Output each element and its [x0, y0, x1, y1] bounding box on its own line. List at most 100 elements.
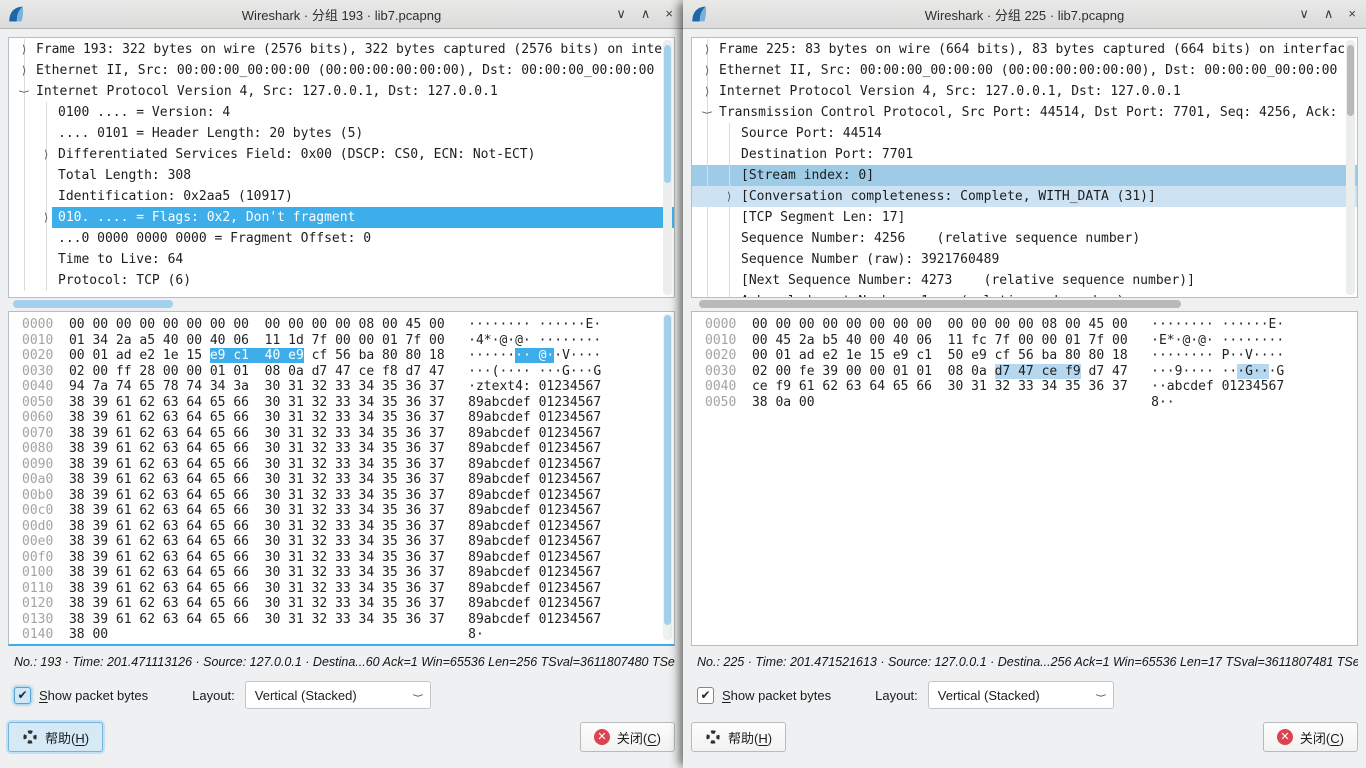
- expander-icon[interactable]: ⟩: [701, 60, 713, 81]
- tree-row[interactable]: ⟩Internet Protocol Version 4, Src: 127.0…: [9, 81, 674, 102]
- packet-detail-tree[interactable]: ⟩Frame 193: 322 bytes on wire (2576 bits…: [8, 37, 675, 298]
- ascii-chars[interactable]: ······: [468, 348, 515, 363]
- packet-bytes-pane[interactable]: 0000 00 00 00 00 00 00 00 00 00 00 00 00…: [691, 311, 1358, 646]
- hex-bytes[interactable]: 38 39 61 62 63 64 65 66 30 31 32 33 34 3…: [69, 519, 445, 534]
- hex-row[interactable]: 0030 02 00 ff 28 00 00 01 01 08 0a d7 47…: [22, 364, 674, 380]
- layout-dropdown[interactable]: Vertical (Stacked) ⟩: [928, 681, 1114, 709]
- ascii-chars[interactable]: 89abcdef 01234567: [468, 519, 601, 534]
- hex-bytes[interactable]: ce f9 61 62 63 64 65 66 30 31 32 33 34 3…: [752, 379, 1128, 394]
- ascii-chars[interactable]: 8··: [1151, 395, 1174, 410]
- tree-row[interactable]: Total Length: 308: [9, 165, 674, 186]
- hex-bytes[interactable]: 00 45 2a b5 40 00 40 06 11 fc 7f 00 00 0…: [752, 333, 1128, 348]
- ascii-chars[interactable]: 89abcdef 01234567: [468, 565, 601, 580]
- ascii-chars[interactable]: ·4*·@·@· ········: [468, 333, 601, 348]
- hex-row[interactable]: 0000 00 00 00 00 00 00 00 00 00 00 00 00…: [22, 317, 674, 333]
- tree-row[interactable]: ...0 0000 0000 0000 = Fragment Offset: 0: [9, 228, 674, 249]
- tree-row[interactable]: ⟩Frame 193: 322 bytes on wire (2576 bits…: [9, 39, 674, 60]
- hex-bytes[interactable]: 38 39 61 62 63 64 65 66 30 31 32 33 34 3…: [69, 534, 445, 549]
- tree-row[interactable]: ⟩Frame 225: 83 bytes on wire (664 bits),…: [692, 39, 1357, 60]
- expander-icon[interactable]: ⟩: [701, 39, 713, 60]
- tree-row[interactable]: Protocol: TCP (6): [9, 270, 674, 291]
- hex-row[interactable]: 0130 38 39 61 62 63 64 65 66 30 31 32 33…: [22, 612, 674, 628]
- tree-row[interactable]: .... 0101 = Header Length: 20 bytes (5): [9, 123, 674, 144]
- hex-row[interactable]: 0110 38 39 61 62 63 64 65 66 30 31 32 33…: [22, 581, 674, 597]
- hex-bytes[interactable]: 94 7a 74 65 78 74 34 3a 30 31 32 33 34 3…: [69, 379, 445, 394]
- titlebar[interactable]: Wireshark · 分组 225 · lib7.pcapng ∨ ∧ ×: [683, 0, 1366, 29]
- packet-bytes-pane[interactable]: 0000 00 00 00 00 00 00 00 00 00 00 00 00…: [8, 311, 675, 646]
- hex-row[interactable]: 0000 00 00 00 00 00 00 00 00 00 00 00 00…: [705, 317, 1357, 333]
- hex-bytes[interactable]: 38 39 61 62 63 64 65 66 30 31 32 33 34 3…: [69, 565, 445, 580]
- tree-horizontal-scrollbar[interactable]: [10, 299, 673, 309]
- hex-bytes[interactable]: 00 00 00 00 00 00 00 00 00 00 00 00 08 0…: [752, 317, 1128, 332]
- hex-vertical-scrollbar[interactable]: [663, 314, 672, 640]
- tree-row[interactable]: ⟩Ethernet II, Src: 00:00:00_00:00:00 (00…: [9, 60, 674, 81]
- hex-bytes[interactable]: 38 00: [69, 627, 445, 642]
- hex-bytes[interactable]: 38 39 61 62 63 64 65 66 30 31 32 33 34 3…: [69, 612, 445, 627]
- tree-row[interactable]: Destination Port: 7701: [692, 144, 1357, 165]
- ascii-chars[interactable]: 89abcdef 01234567: [468, 550, 601, 565]
- expander-icon[interactable]: ⟩: [723, 186, 735, 207]
- hex-row[interactable]: 0140 38 00 8·: [22, 627, 674, 643]
- ascii-chars[interactable]: ········ ······E·: [1151, 317, 1284, 332]
- packet-detail-tree[interactable]: ⟩Frame 225: 83 bytes on wire (664 bits),…: [691, 37, 1358, 298]
- hex-row[interactable]: 0010 00 45 2a b5 40 00 40 06 11 fc 7f 00…: [705, 333, 1357, 349]
- hex-row[interactable]: 0120 38 39 61 62 63 64 65 66 30 31 32 33…: [22, 596, 674, 612]
- tree-row[interactable]: Identification: 0x2aa5 (10917): [9, 186, 674, 207]
- hex-bytes[interactable]: 38 39 61 62 63 64 65 66 30 31 32 33 34 3…: [69, 488, 445, 503]
- hex-row[interactable]: 0050 38 39 61 62 63 64 65 66 30 31 32 33…: [22, 395, 674, 411]
- ascii-chars[interactable]: 89abcdef 01234567: [468, 581, 601, 596]
- ascii-chars[interactable]: ·V····: [554, 348, 601, 363]
- ascii-chars[interactable]: ········ ······E·: [468, 317, 601, 332]
- ascii-chars[interactable]: 89abcdef 01234567: [468, 503, 601, 518]
- hex-row[interactable]: 0020 00 01 ad e2 1e 15 e9 c1 40 e9 cf 56…: [22, 348, 674, 364]
- hex-row[interactable]: 0090 38 39 61 62 63 64 65 66 30 31 32 33…: [22, 457, 674, 473]
- chevron-up-icon[interactable]: ∧: [641, 0, 651, 28]
- hex-bytes[interactable]: 38 39 61 62 63 64 65 66 30 31 32 33 34 3…: [69, 581, 445, 596]
- ascii-chars[interactable]: 89abcdef 01234567: [468, 410, 601, 425]
- hex-selected-bytes[interactable]: d7 47 ce f9: [995, 364, 1081, 379]
- expander-icon[interactable]: ⟩: [40, 144, 52, 165]
- hex-bytes[interactable]: 02 00 ff 28 00 00 01 01 08 0a d7 47 ce f…: [69, 364, 445, 379]
- hex-bytes[interactable]: 00 01 ad e2 1e 15 e9 c1 50 e9 cf 56 ba 8…: [752, 348, 1128, 363]
- ascii-chars[interactable]: ·ztext4: 01234567: [468, 379, 601, 394]
- titlebar[interactable]: Wireshark · 分组 193 · lib7.pcapng ∨ ∧ ×: [0, 0, 683, 29]
- hex-row[interactable]: 0020 00 01 ad e2 1e 15 e9 c1 50 e9 cf 56…: [705, 348, 1357, 364]
- scrollbar-thumb[interactable]: [699, 300, 1181, 308]
- hex-bytes[interactable]: 38 39 61 62 63 64 65 66 30 31 32 33 34 3…: [69, 503, 445, 518]
- ascii-chars[interactable]: 89abcdef 01234567: [468, 488, 601, 503]
- ascii-chars[interactable]: 89abcdef 01234567: [468, 441, 601, 456]
- chevron-down-icon[interactable]: ∨: [1299, 0, 1309, 28]
- hex-row[interactable]: 0030 02 00 fe 39 00 00 01 01 08 0a d7 47…: [705, 364, 1357, 380]
- expander-icon[interactable]: ⟩: [40, 207, 52, 228]
- ascii-chars[interactable]: 89abcdef 01234567: [468, 612, 601, 627]
- ascii-selected-chars[interactable]: ·· @·: [515, 348, 554, 363]
- hex-row[interactable]: 00d0 38 39 61 62 63 64 65 66 30 31 32 33…: [22, 519, 674, 535]
- tree-row[interactable]: Acknowledgment Number: 1 (relative ack n…: [692, 291, 1357, 298]
- tree-row[interactable]: [TCP Segment Len: 17]: [692, 207, 1357, 228]
- chevron-up-icon[interactable]: ∧: [1324, 0, 1334, 28]
- tree-horizontal-scrollbar[interactable]: [693, 299, 1356, 309]
- tree-row[interactable]: ⟩Differentiated Services Field: 0x00 (DS…: [9, 144, 674, 165]
- tree-row[interactable]: Time to Live: 64: [9, 249, 674, 270]
- scrollbar-thumb[interactable]: [1347, 45, 1354, 116]
- close-button[interactable]: ✕ 关闭(C): [1263, 722, 1358, 752]
- tree-row[interactable]: ⟩010. .... = Flags: 0x2, Don't fragment: [9, 207, 674, 228]
- hex-row[interactable]: 0100 38 39 61 62 63 64 65 66 30 31 32 33…: [22, 565, 674, 581]
- hex-row[interactable]: 0050 38 0a 00 8··: [705, 395, 1357, 411]
- chevron-down-icon[interactable]: ∨: [616, 0, 626, 28]
- close-icon[interactable]: ×: [1348, 0, 1356, 28]
- hex-row[interactable]: 0010 01 34 2a a5 40 00 40 06 11 1d 7f 00…: [22, 333, 674, 349]
- ascii-chars[interactable]: ···9···· ··: [1151, 364, 1237, 379]
- hex-bytes[interactable]: 38 39 61 62 63 64 65 66 30 31 32 33 34 3…: [69, 457, 445, 472]
- hex-bytes[interactable]: 38 39 61 62 63 64 65 66 30 31 32 33 34 3…: [69, 550, 445, 565]
- expander-icon[interactable]: ⟩: [18, 39, 30, 60]
- expander-icon[interactable]: ⟩: [18, 60, 30, 81]
- hex-row[interactable]: 0040 ce f9 61 62 63 64 65 66 30 31 32 33…: [705, 379, 1357, 395]
- hex-bytes[interactable]: 38 39 61 62 63 64 65 66 30 31 32 33 34 3…: [69, 472, 445, 487]
- ascii-chars[interactable]: ·E*·@·@· ········: [1151, 333, 1284, 348]
- show-packet-bytes-checkbox[interactable]: ✔: [14, 687, 31, 704]
- hex-bytes[interactable]: 01 34 2a a5 40 00 40 06 11 1d 7f 00 00 0…: [69, 333, 445, 348]
- hex-bytes[interactable]: 00 01 ad e2 1e 15: [69, 348, 210, 363]
- hex-bytes[interactable]: d7 47: [1081, 364, 1128, 379]
- scrollbar-thumb[interactable]: [664, 45, 671, 183]
